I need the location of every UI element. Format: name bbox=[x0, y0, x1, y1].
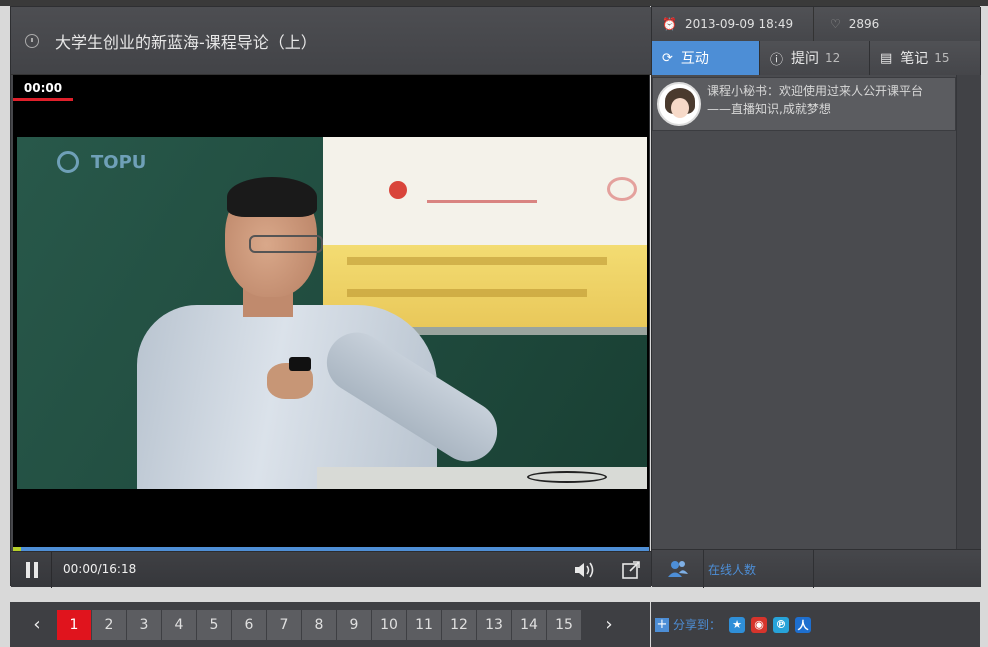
next-page-button[interactable]: › bbox=[592, 610, 626, 640]
heart-icon: ♡ bbox=[830, 17, 841, 31]
page-button-15[interactable]: 15 bbox=[547, 609, 581, 640]
tab-interact[interactable]: ⟳ 互动 bbox=[652, 41, 760, 75]
question-icon: ⓘ bbox=[770, 52, 784, 68]
message-item: 课程小秘书：欢迎使用过来人公开课平台 ——直播知识,成就梦想 bbox=[652, 77, 956, 131]
users-icon bbox=[667, 561, 688, 577]
brand-text: TOPU bbox=[91, 151, 147, 173]
page-list: 1 2 3 4 5 6 7 8 9 10 11 12 13 14 15 bbox=[57, 609, 582, 640]
publish-date-text: 2013-09-09 18:49 bbox=[684, 17, 794, 31]
timecode: 00:00/16:18 bbox=[63, 562, 137, 576]
calligraphy-mark bbox=[427, 173, 537, 203]
share-label: 分享到： bbox=[673, 618, 722, 632]
page-button-7[interactable]: 7 bbox=[267, 609, 301, 640]
meta-row: ⏰ 2013-09-09 18:49 ♡ 2896 bbox=[652, 7, 981, 41]
lecturer-glasses bbox=[249, 235, 323, 253]
microphone bbox=[289, 357, 311, 371]
time-badge-underline bbox=[13, 98, 73, 101]
video-area[interactable]: 00:00 TOPU bbox=[13, 75, 649, 547]
online-count-label[interactable]: 在线人数 bbox=[704, 550, 814, 588]
like-count[interactable]: ♡ 2896 bbox=[814, 7, 981, 41]
message-text: 课程小秘书：欢迎使用过来人公开课平台 ——直播知识,成就梦想 bbox=[707, 78, 923, 130]
slide-text-line bbox=[347, 289, 587, 297]
notebook-icon: ▤ bbox=[880, 50, 893, 66]
chapter-pager: ‹ 1 2 3 4 5 6 7 8 9 10 11 12 13 14 15 › bbox=[10, 602, 650, 647]
publish-date: ⏰ 2013-09-09 18:49 bbox=[652, 7, 814, 41]
page-button-5[interactable]: 5 bbox=[197, 609, 231, 640]
tab-notes-count: 15 bbox=[934, 51, 950, 65]
video-player: 大学生创业的新蓝海-课程导论（上） 00:00 TOPU 00:00/16:18 bbox=[10, 6, 651, 588]
calligraphy-mark-2 bbox=[607, 177, 637, 201]
tab-questions-count: 12 bbox=[825, 51, 841, 65]
tab-questions[interactable]: ⓘ 提问 12 bbox=[760, 41, 870, 75]
tab-notes-label: 笔记 bbox=[900, 51, 929, 67]
popout-button[interactable] bbox=[621, 560, 641, 580]
tencent-share-icon[interactable]: ℗ bbox=[773, 616, 790, 633]
message-line-1: 课程小秘书：欢迎使用过来人公开课平台 bbox=[707, 84, 924, 98]
control-bar: 00:00/16:18 bbox=[11, 551, 651, 588]
clock-icon bbox=[25, 33, 39, 48]
plus-icon: + bbox=[655, 616, 669, 632]
prev-page-button[interactable]: ‹ bbox=[20, 610, 54, 640]
tab-questions-label: 提问 bbox=[791, 51, 820, 67]
pause-button[interactable] bbox=[21, 559, 43, 581]
like-count-text: 2896 bbox=[848, 17, 880, 31]
page-button-3[interactable]: 3 bbox=[127, 609, 161, 640]
message-feed: 课程小秘书：欢迎使用过来人公开课平台 ——直播知识,成就梦想 bbox=[652, 75, 956, 549]
page-button-9[interactable]: 9 bbox=[337, 609, 371, 640]
page-button-13[interactable]: 13 bbox=[477, 609, 511, 640]
share-bar: + 分享到： ★ ◉ ℗ 人 bbox=[651, 602, 980, 647]
message-line-2: ——直播知识,成就梦想 bbox=[707, 102, 831, 116]
control-divider bbox=[51, 552, 52, 588]
refresh-icon: ⟳ bbox=[662, 50, 673, 66]
brand-watermark: TOPU bbox=[57, 151, 146, 173]
cable bbox=[527, 471, 607, 483]
renren-share-icon[interactable]: 人 bbox=[795, 616, 812, 633]
page-button-11[interactable]: 11 bbox=[407, 609, 441, 640]
page-button-2[interactable]: 2 bbox=[92, 609, 126, 640]
page-button-4[interactable]: 4 bbox=[162, 609, 196, 640]
avatar bbox=[657, 82, 701, 126]
qzone-share-icon[interactable]: ★ bbox=[729, 616, 746, 633]
page-button-8[interactable]: 8 bbox=[302, 609, 336, 640]
online-users-button[interactable] bbox=[652, 550, 704, 588]
volume-button[interactable] bbox=[573, 560, 599, 580]
tab-notes[interactable]: ▤ 笔记 15 bbox=[870, 41, 981, 75]
side-footer: 在线人数 bbox=[652, 549, 981, 588]
seal-icon bbox=[389, 181, 407, 199]
title-bar: 大学生创业的新蓝海-课程导论（上） bbox=[11, 7, 651, 75]
brand-logo-icon bbox=[57, 151, 79, 173]
page-button-14[interactable]: 14 bbox=[512, 609, 546, 640]
page-button-10[interactable]: 10 bbox=[372, 609, 406, 640]
tab-interact-label: 互动 bbox=[680, 51, 709, 67]
slide-text-line bbox=[347, 257, 607, 265]
feed-scrollbar[interactable] bbox=[956, 75, 981, 549]
alarm-clock-icon: ⏰ bbox=[662, 17, 677, 31]
page-button-6[interactable]: 6 bbox=[232, 609, 266, 640]
popout-icon bbox=[622, 561, 640, 579]
side-panel: ⏰ 2013-09-09 18:49 ♡ 2896 ⟳ 互动 ⓘ 提问 12 ▤… bbox=[651, 6, 981, 588]
weibo-share-icon[interactable]: ◉ bbox=[751, 616, 768, 633]
side-tabs: ⟳ 互动 ⓘ 提问 12 ▤ 笔记 15 bbox=[652, 41, 981, 75]
volume-icon bbox=[575, 562, 594, 578]
lecturer-hair bbox=[227, 177, 317, 217]
video-frame: TOPU bbox=[17, 137, 647, 489]
time-badge: 00:00 bbox=[23, 81, 63, 95]
page-button-1[interactable]: 1 bbox=[57, 609, 91, 640]
page-button-12[interactable]: 12 bbox=[442, 609, 476, 640]
course-title: 大学生创业的新蓝海-课程导论（上） bbox=[55, 32, 317, 52]
